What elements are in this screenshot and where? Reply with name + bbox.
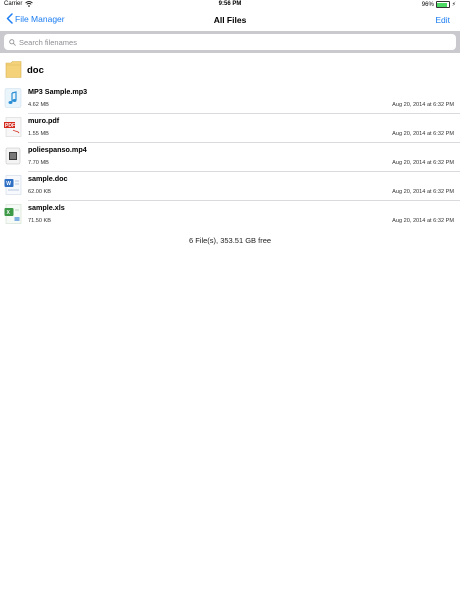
search-icon [9,38,16,46]
file-date: Aug 20, 2014 at 6:32 PM [392,218,454,224]
search-field-container[interactable] [4,34,456,50]
navigation-bar: File Manager All Files Edit [0,10,460,30]
charging-icon: ⚡ [451,1,456,8]
video-file-icon [5,147,21,165]
file-row[interactable]: PDF muro.pdf 1.55 MB Aug 20, 2014 at 6:3… [0,113,460,142]
file-date: Aug 20, 2014 at 6:32 PM [392,160,454,166]
file-size: 71.50 KB [28,218,52,224]
file-list: MP3 Sample.mp3 4.62 MB Aug 20, 2014 at 6… [0,84,460,229]
edit-button[interactable]: Edit [435,15,450,25]
file-date: Aug 20, 2014 at 6:32 PM [392,102,454,108]
battery-percent: 96% [421,1,434,8]
folder-row-doc[interactable]: doc [0,55,460,83]
status-time: 9:56 PM [218,1,242,7]
battery-fill [437,2,448,7]
search-bar [0,31,460,53]
file-name: sample.xls [28,203,65,212]
status-bar: Carrier 9:56 PM 96% ⚡ [0,0,460,10]
file-row[interactable]: MP3 Sample.mp3 4.62 MB Aug 20, 2014 at 6… [0,84,460,113]
file-row[interactable]: W sample.doc 62.00 KB Aug 20, 2014 at 6:… [0,171,460,200]
svg-text:PDF: PDF [5,123,15,129]
folder-icon [5,61,22,78]
file-size: 62.00 KB [28,189,52,195]
file-date: Aug 20, 2014 at 6:32 PM [392,189,454,195]
battery-icon [435,1,450,8]
file-size: 4.62 MB [28,102,49,108]
file-size: 1.55 MB [28,131,49,137]
file-row[interactable]: X sample.xls 71.50 KB Aug 20, 2014 at 6:… [0,200,460,229]
storage-summary: 6 File(s), 353.51 GB free [188,236,272,245]
page-title: All Files [213,15,247,25]
file-name: muro.pdf [28,116,60,125]
doc-file-icon: W [4,175,22,195]
file-name: poliespanso.mp4 [28,145,87,154]
battery-info: 96% ⚡ [422,1,456,8]
pdf-file-icon: PDF [4,117,22,137]
file-name: sample.doc [28,174,68,183]
xls-file-icon: X [4,204,22,224]
search-input[interactable] [19,37,439,47]
svg-text:W: W [6,181,11,187]
file-name: MP3 Sample.mp3 [28,87,88,96]
audio-file-icon [4,88,22,108]
folder-name: doc [27,65,44,76]
file-row[interactable]: poliespanso.mp4 7.70 MB Aug 20, 2014 at … [0,142,460,171]
file-size: 7.70 MB [28,160,49,166]
file-date: Aug 20, 2014 at 6:32 PM [392,131,454,137]
